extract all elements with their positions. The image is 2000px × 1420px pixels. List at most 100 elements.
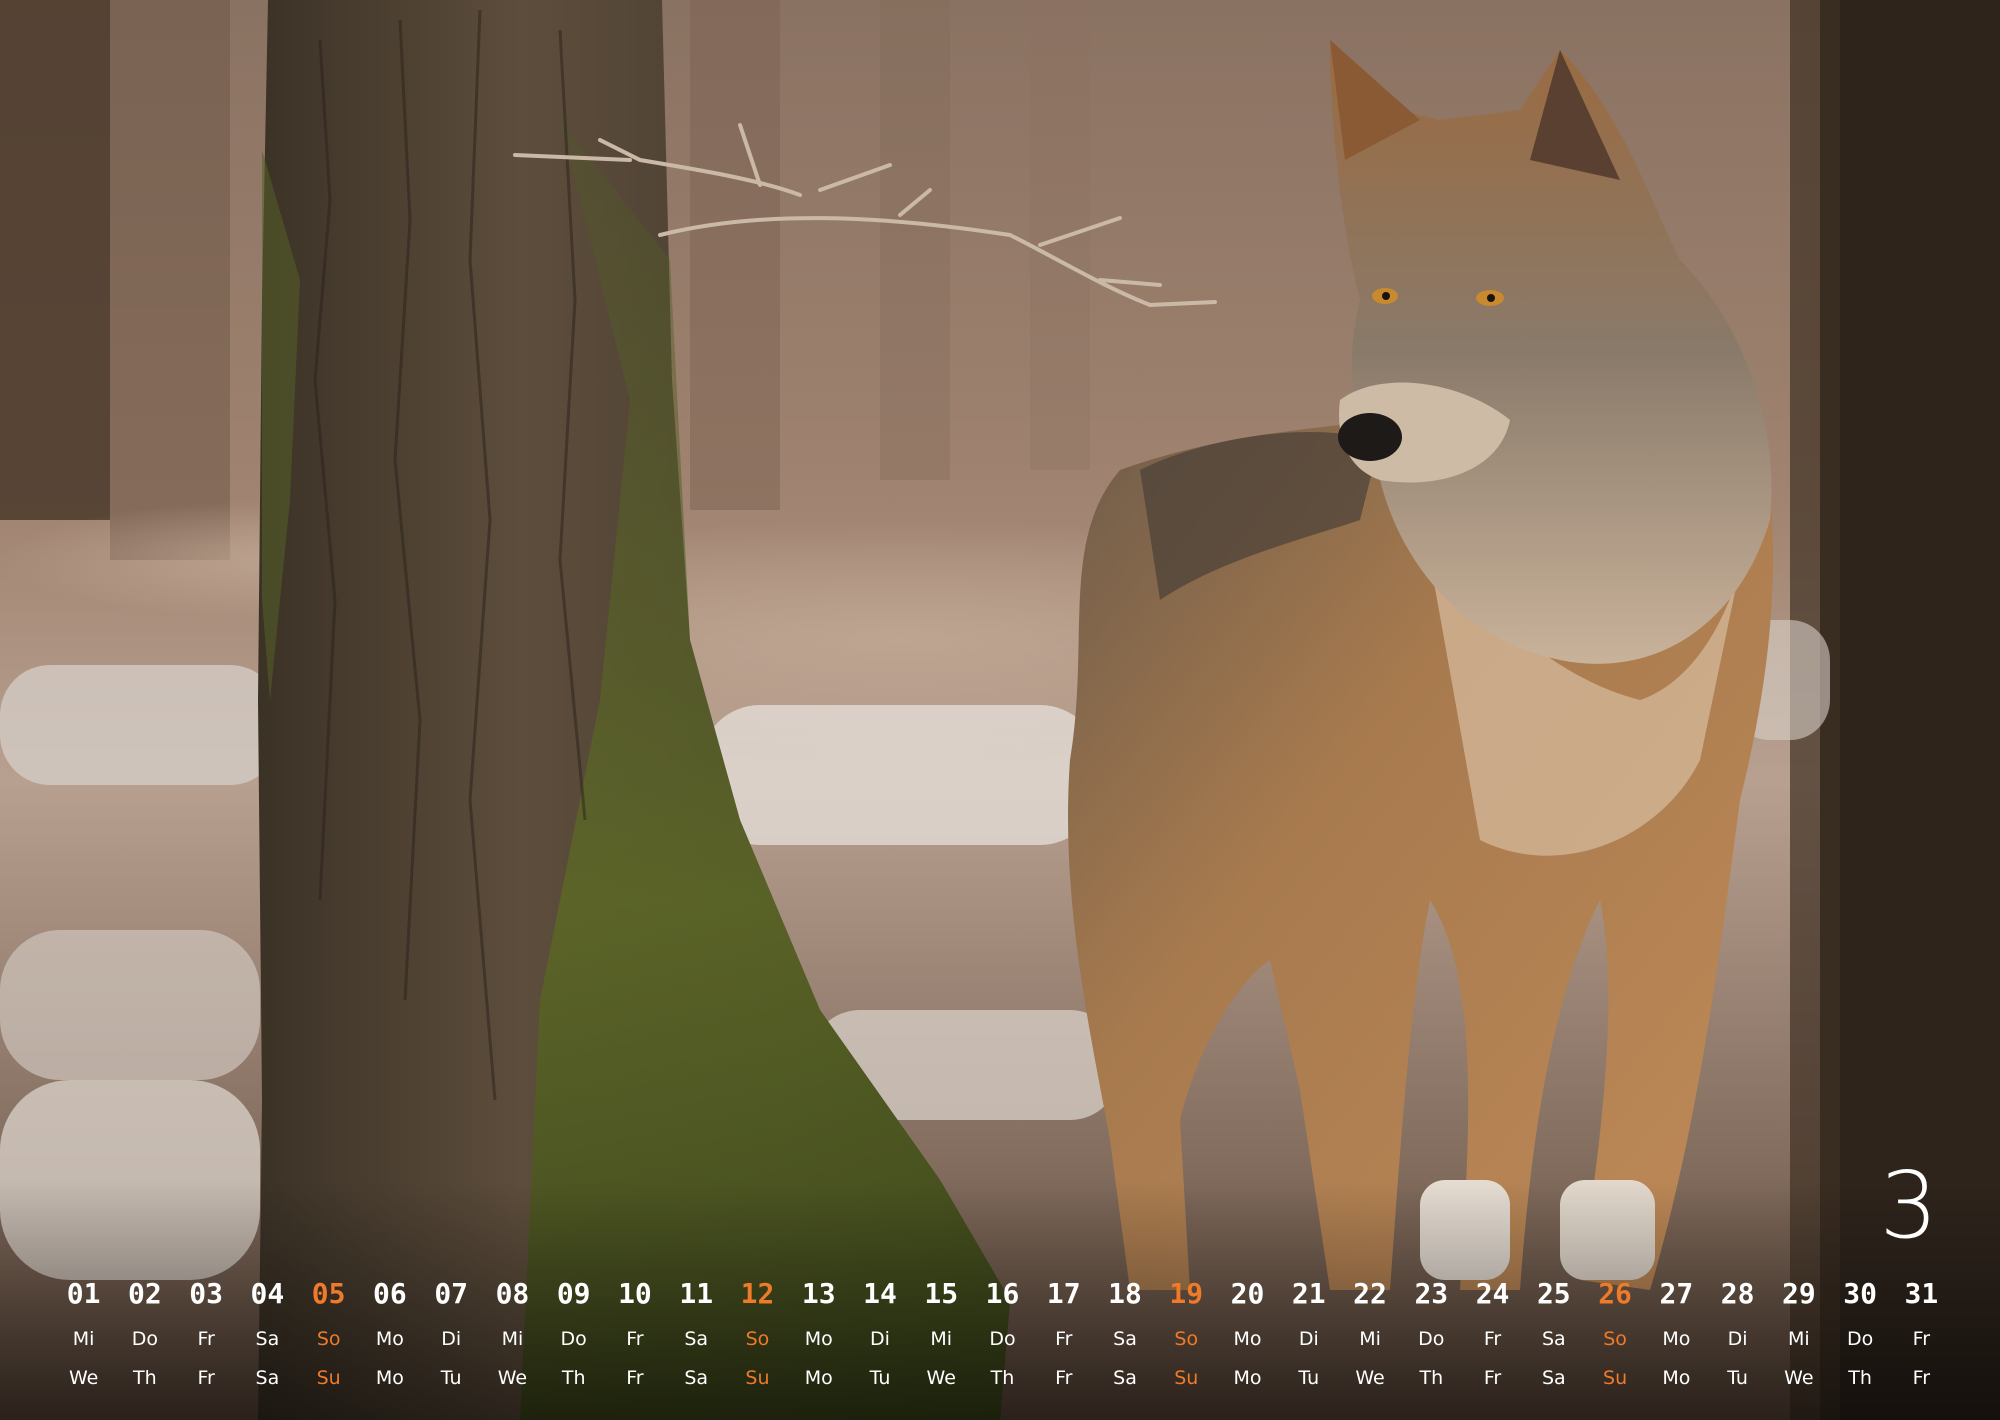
day-number: 13 (801, 1277, 836, 1310)
weekday-english: We (1784, 1367, 1814, 1389)
calendar-day: 24 Fr Fr (1462, 1268, 1523, 1408)
day-number: 27 (1659, 1277, 1694, 1310)
day-number: 19 (1169, 1277, 1204, 1310)
weekday-german: Do (1418, 1328, 1445, 1350)
calendar-day: 22 Mi We (1339, 1268, 1400, 1408)
day-number: 21 (1291, 1277, 1326, 1310)
calendar-day-strip: 01 Mi We 02 Do Th 03 Fr Fr 04 Sa Sa 05 So Su 06 Mo Mo 07 Di… (53, 1268, 1952, 1408)
day-number: 17 (1046, 1277, 1081, 1310)
weekday-german: Mo (375, 1328, 404, 1350)
weekday-english: Th (1848, 1367, 1872, 1389)
weekday-german: So (1603, 1328, 1627, 1350)
day-number: 30 (1843, 1277, 1877, 1310)
weekday-german: Mo (1233, 1328, 1262, 1350)
calendar-day: 30 Do Th (1829, 1268, 1890, 1408)
weekday-english: Tu (1298, 1367, 1320, 1389)
weekday-german: Mo (804, 1328, 833, 1350)
weekday-german: Di (870, 1328, 890, 1350)
calendar-day: 07 Di Tu (421, 1268, 482, 1408)
weekday-german: Do (1846, 1328, 1874, 1350)
weekday-german: Fr (1055, 1328, 1073, 1350)
day-number: 16 (985, 1277, 1020, 1310)
day-number: 03 (189, 1277, 223, 1310)
calendar-day: 08 Mi We (482, 1268, 543, 1408)
day-number: 24 (1475, 1277, 1510, 1310)
weekday-german: So (316, 1328, 341, 1350)
day-number: 31 (1904, 1277, 1939, 1310)
weekday-english: Sa (255, 1367, 280, 1389)
weekday-german: Mi (72, 1328, 95, 1350)
weekday-english: We (68, 1367, 99, 1389)
day-number: 11 (679, 1277, 714, 1310)
weekday-english: Fr (1483, 1367, 1502, 1389)
day-number: 09 (556, 1277, 591, 1310)
calendar-day: 28 Di Tu (1707, 1268, 1768, 1408)
day-number: 10 (618, 1277, 652, 1310)
day-number: 08 (495, 1277, 530, 1310)
weekday-german: Do (989, 1328, 1016, 1350)
weekday-english: Mo (1233, 1367, 1262, 1389)
calendar-day: 09 Do Th (543, 1268, 604, 1408)
weekday-german: Di (441, 1328, 462, 1350)
weekday-english: Fr (197, 1367, 215, 1389)
weekday-english: Th (133, 1367, 157, 1389)
weekday-german: Sa (1113, 1328, 1137, 1350)
weekday-english: Tu (1727, 1367, 1748, 1389)
calendar-day: 29 Mi We (1768, 1268, 1829, 1408)
weekday-german: Fr (626, 1328, 644, 1350)
calendar-day: 12 So Su (727, 1268, 788, 1408)
calendar-day: 14 Di Tu (849, 1268, 910, 1408)
weekday-english: Th (990, 1367, 1015, 1389)
day-number: 18 (1108, 1277, 1142, 1310)
weekday-english: Sa (1541, 1367, 1566, 1389)
calendar-day: 02 Do Th (114, 1268, 175, 1408)
day-number: 02 (128, 1277, 162, 1310)
calendar-day: 15 Mi We (911, 1268, 972, 1408)
day-number: 26 (1598, 1277, 1632, 1310)
calendar-day: 25 Sa Sa (1523, 1268, 1584, 1408)
calendar-day: 16 Do Th (972, 1268, 1033, 1408)
weekday-english: We (497, 1367, 528, 1389)
calendar-day: 17 Fr Fr (1033, 1268, 1094, 1408)
weekday-english: Su (745, 1367, 770, 1389)
weekday-english: Sa (684, 1367, 709, 1389)
weekday-english: Th (561, 1367, 586, 1389)
day-number: 07 (434, 1277, 469, 1310)
weekday-german: Do (131, 1328, 159, 1350)
calendar-day: 06 Mo Mo (359, 1268, 420, 1408)
month-number: 3 (1879, 1152, 1938, 1259)
day-number: 23 (1414, 1277, 1449, 1310)
weekday-german: Mi (1788, 1328, 1810, 1350)
weekday-german: Fr (197, 1328, 215, 1350)
calendar-day: 20 Mo Mo (1217, 1268, 1278, 1408)
weekday-german: Sa (255, 1328, 280, 1350)
calendar-day: 10 Fr Fr (604, 1268, 665, 1408)
weekday-english: Tu (440, 1367, 462, 1389)
calendar-day: 13 Mo Mo (788, 1268, 849, 1408)
day-number: 28 (1720, 1277, 1755, 1310)
wolf-forest-photo (0, 0, 2000, 1420)
weekday-german: So (1174, 1328, 1199, 1350)
calendar-day: 31 Fr Fr (1891, 1268, 1952, 1408)
weekday-english: Mo (375, 1367, 404, 1389)
weekday-german: Mi (1359, 1328, 1381, 1350)
day-number: 04 (250, 1277, 285, 1310)
calendar-day: 01 Mi We (53, 1268, 114, 1408)
weekday-german: Fr (1912, 1328, 1931, 1350)
day-number: 14 (863, 1277, 897, 1310)
calendar-day: 18 Sa Sa (1094, 1268, 1155, 1408)
day-number: 12 (740, 1277, 775, 1310)
weekday-english: Su (1174, 1367, 1199, 1389)
calendar-day: 05 So Su (298, 1268, 359, 1408)
day-number: 05 (311, 1277, 346, 1310)
weekday-german: Mo (1662, 1328, 1691, 1350)
day-number: 29 (1781, 1277, 1816, 1310)
weekday-english: Mo (804, 1367, 833, 1389)
weekday-english: Fr (1912, 1367, 1931, 1389)
weekday-english: Fr (626, 1367, 644, 1389)
weekday-english: Tu (869, 1367, 891, 1389)
weekday-english: Su (316, 1367, 341, 1389)
calendar-day: 23 Do Th (1401, 1268, 1462, 1408)
weekday-english: We (926, 1367, 956, 1389)
weekday-german: Sa (1541, 1328, 1566, 1350)
